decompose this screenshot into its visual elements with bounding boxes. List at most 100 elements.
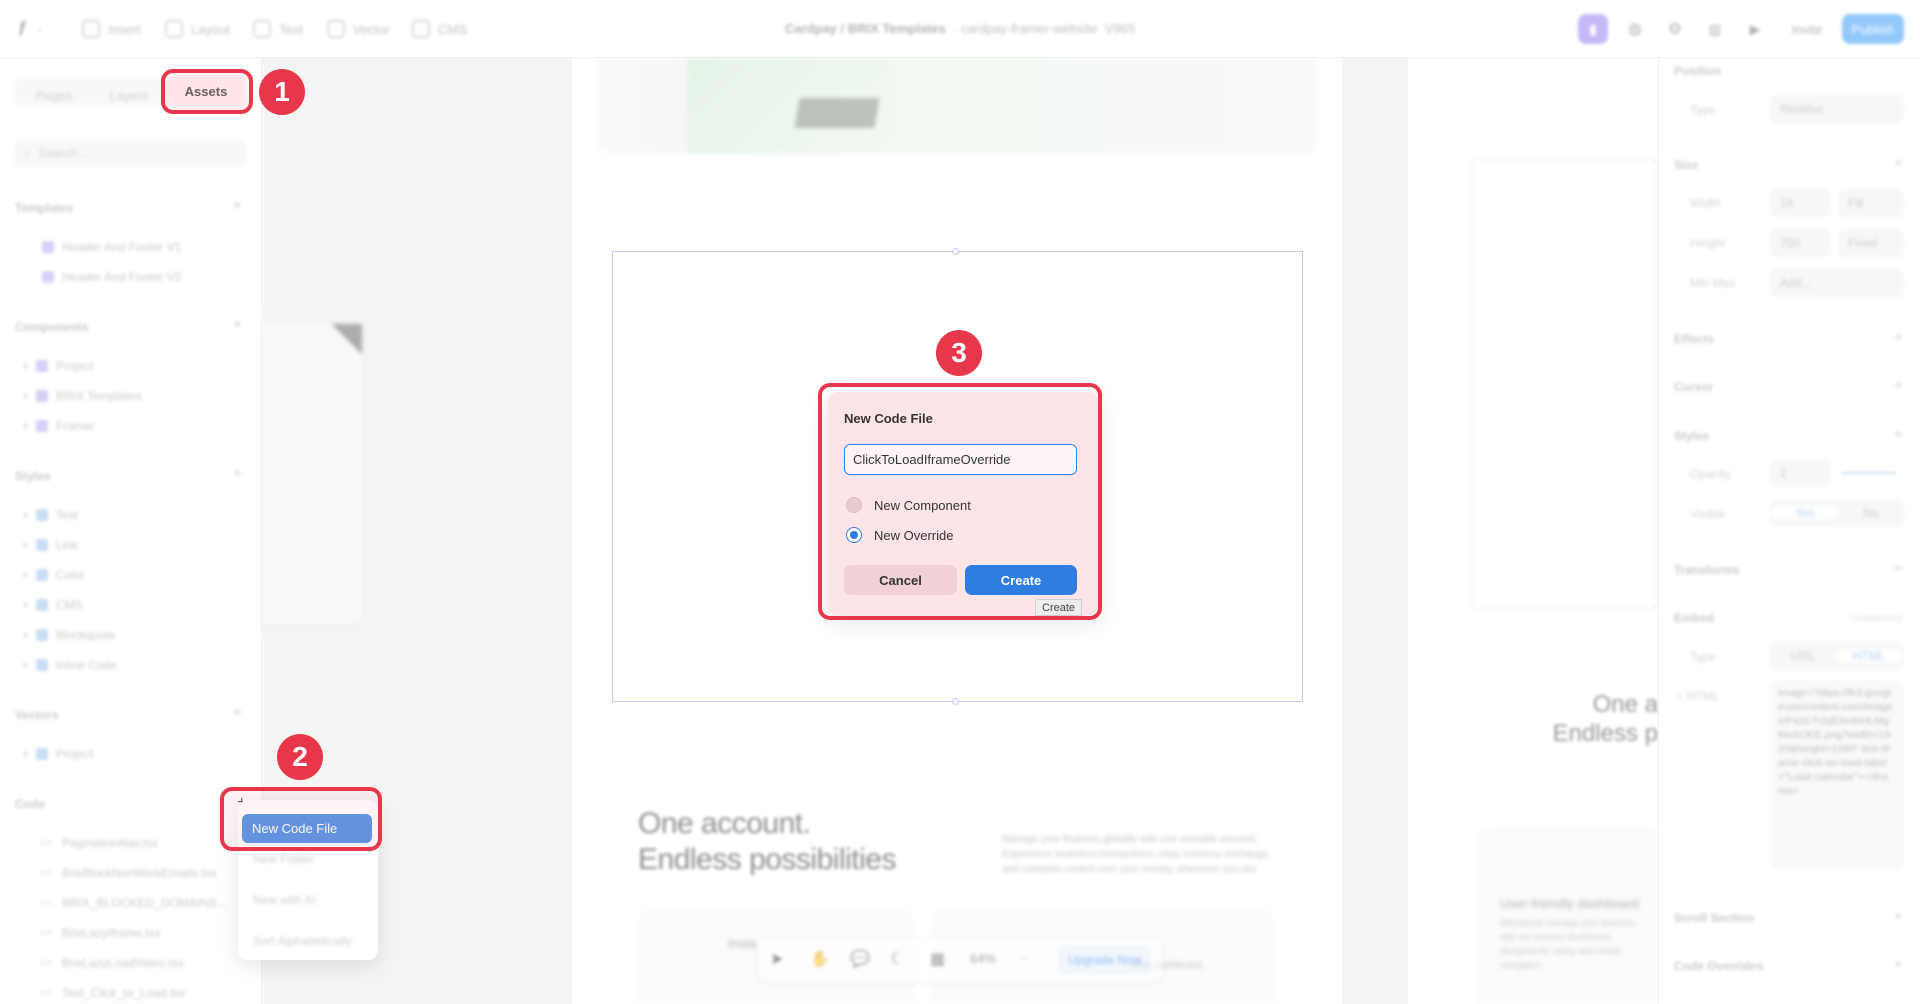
component-folder[interactable]: Project bbox=[24, 357, 93, 375]
height-input[interactable]: 700 bbox=[1770, 229, 1830, 257]
style-folder[interactable]: Blockquote bbox=[24, 626, 115, 644]
component-folder[interactable]: Framer bbox=[24, 417, 95, 435]
vector-folder[interactable]: Project bbox=[24, 745, 93, 763]
embed-component-tag: Component bbox=[1850, 613, 1902, 624]
code-overrides-title: Code Overrides bbox=[1674, 959, 1764, 973]
opacity-slider[interactable] bbox=[1842, 472, 1896, 474]
expand-icon bbox=[24, 601, 28, 609]
code-file[interactable]: <> PaginationNav.tsx bbox=[40, 834, 158, 852]
minmax-field[interactable]: Add... bbox=[1770, 269, 1904, 297]
visible-label: Visible bbox=[1690, 507, 1726, 521]
folder-label: Framer bbox=[56, 419, 95, 433]
globe-button[interactable]: ◍ bbox=[1620, 14, 1650, 44]
height-mode-value: Fixed bbox=[1848, 236, 1878, 250]
secondary-feature-card: User-friendly dashboard Effortlessly man… bbox=[1476, 826, 1658, 1004]
cursor-section-title: Cursor bbox=[1674, 380, 1714, 394]
styles-panel-title: Styles bbox=[1674, 429, 1710, 443]
folder-label: Link bbox=[56, 538, 79, 552]
publish-button[interactable]: Publish bbox=[1842, 14, 1904, 44]
cursor-add-icon[interactable]: + bbox=[1894, 377, 1903, 394]
style-folder[interactable]: Inline Code bbox=[24, 656, 117, 674]
search-placeholder: Search... bbox=[38, 146, 87, 160]
template-item[interactable]: Header And Footer V1 bbox=[42, 238, 181, 256]
opacity-value: 1 bbox=[1780, 466, 1787, 480]
stats-button[interactable]: ▥ bbox=[1700, 14, 1730, 44]
transforms-add-icon[interactable]: + bbox=[1894, 560, 1903, 577]
new-with-ai-menu-item[interactable]: New with AI bbox=[253, 893, 316, 907]
scroll-section-add-icon[interactable]: + bbox=[1894, 908, 1903, 925]
visible-toggle[interactable]: Yes No bbox=[1770, 499, 1904, 527]
resize-handle[interactable] bbox=[952, 698, 959, 705]
add-style-icon[interactable]: + bbox=[233, 465, 242, 482]
new-folder-menu-item[interactable]: New Folder bbox=[253, 852, 314, 866]
code-file[interactable]: <> BRIX_BLOCKED_DOMAINS... bbox=[40, 894, 227, 912]
position-type-select[interactable]: Relative bbox=[1770, 95, 1904, 123]
style-folder[interactable]: CMS bbox=[24, 596, 83, 614]
grid-tool-icon[interactable]: ▦ bbox=[930, 949, 945, 969]
dark-mode-icon[interactable]: ☾ bbox=[890, 949, 904, 969]
gear-icon: ⚙ bbox=[1667, 21, 1683, 38]
sort-alphabetically-menu-item[interactable]: Sort Alphabetically bbox=[253, 934, 352, 948]
position-section-title: Position bbox=[1674, 64, 1722, 78]
style-folder[interactable]: Text bbox=[24, 506, 78, 524]
embed-type-html[interactable]: HTML bbox=[1836, 649, 1902, 663]
visible-no[interactable]: No bbox=[1838, 506, 1904, 520]
code-file[interactable]: <> BrixLazyIframe.tsx bbox=[40, 924, 161, 942]
folder-icon bbox=[36, 569, 48, 581]
search-input[interactable]: ⌕ Search... bbox=[14, 139, 246, 167]
position-type-value: Relative bbox=[1780, 102, 1824, 116]
folder-icon bbox=[36, 629, 48, 641]
embed-section-title: Embed bbox=[1674, 611, 1715, 625]
hand-tool-icon[interactable]: ✋ bbox=[810, 949, 830, 969]
add-vector-icon[interactable]: + bbox=[233, 704, 242, 721]
preview-button[interactable]: ▶ bbox=[1740, 14, 1770, 44]
style-folder[interactable]: Link bbox=[24, 536, 78, 554]
settings-button[interactable]: ⚙ bbox=[1660, 14, 1690, 44]
calendar-card bbox=[262, 324, 362, 624]
height-mode-select[interactable]: Fixed bbox=[1838, 229, 1904, 257]
chevron-down-icon: ⌄ bbox=[1020, 951, 1029, 962]
resize-handle[interactable] bbox=[952, 248, 959, 255]
headline-line-2: Endless possibilities bbox=[638, 843, 896, 876]
code-file[interactable]: <> Test_Click_to_Load.tsx bbox=[40, 984, 185, 1002]
template-label: Header And Footer V2 bbox=[62, 270, 182, 284]
styles-add-icon[interactable]: + bbox=[1894, 426, 1903, 443]
tab-pages[interactable]: Pages bbox=[20, 81, 88, 109]
effects-add-icon[interactable]: + bbox=[1894, 329, 1903, 346]
code-overrides-add-icon[interactable]: + bbox=[1894, 956, 1903, 973]
code-file[interactable]: <> BrixLazyLoadVideo.tsx bbox=[40, 954, 184, 972]
folder-label: Inline Code bbox=[56, 658, 117, 672]
width-mode-select[interactable]: Fill bbox=[1838, 189, 1904, 217]
cursor-tool-icon[interactable]: ➤ bbox=[770, 949, 783, 969]
opacity-input[interactable]: 1 bbox=[1770, 459, 1830, 487]
style-folder[interactable]: Color bbox=[24, 566, 85, 584]
secondary-headline-2: Endless p bbox=[1552, 720, 1658, 747]
invite-button[interactable]: Invite bbox=[1782, 14, 1832, 44]
code-file[interactable]: <> BrixBlockNonWorkEmails.tsx bbox=[40, 864, 216, 882]
template-item[interactable]: Header And Footer V2 bbox=[42, 268, 181, 286]
analytics-button[interactable]: ▮ bbox=[1578, 14, 1608, 44]
add-template-icon[interactable]: + bbox=[233, 197, 242, 214]
effects-section-title: Effects bbox=[1674, 332, 1715, 346]
tab-layers[interactable]: Layers bbox=[92, 81, 166, 109]
size-add-icon[interactable]: + bbox=[1894, 155, 1903, 172]
folder-label: Blockquote bbox=[56, 628, 116, 642]
embed-type-url[interactable]: URL bbox=[1770, 649, 1836, 663]
folder-label: Project bbox=[56, 747, 94, 761]
embed-type-toggle[interactable]: URL HTML bbox=[1770, 642, 1904, 670]
callout-highlight-new-code-file bbox=[220, 787, 382, 851]
expand-icon bbox=[24, 511, 28, 519]
add-component-icon[interactable]: + bbox=[233, 316, 242, 333]
embed-frame-secondary bbox=[1472, 158, 1658, 610]
upgrade-button[interactable]: Upgrade Now bbox=[1058, 946, 1152, 974]
component-folder[interactable]: BRIX Templates bbox=[24, 387, 142, 405]
comment-tool-icon[interactable]: 💬 bbox=[850, 949, 870, 969]
code-file-icon: <> bbox=[40, 867, 52, 879]
folder-icon bbox=[36, 390, 48, 402]
zoom-level[interactable]: 64% bbox=[970, 951, 996, 966]
embed-html-code[interactable]: image="https://lh3.googleusercontent.com… bbox=[1770, 680, 1904, 870]
width-input[interactable]: 1fr bbox=[1770, 189, 1830, 217]
visible-yes[interactable]: Yes bbox=[1772, 506, 1838, 520]
styles-section-title: Styles bbox=[15, 469, 51, 483]
code-file-label: Test_Click_to_Load.tsx bbox=[62, 986, 186, 1000]
